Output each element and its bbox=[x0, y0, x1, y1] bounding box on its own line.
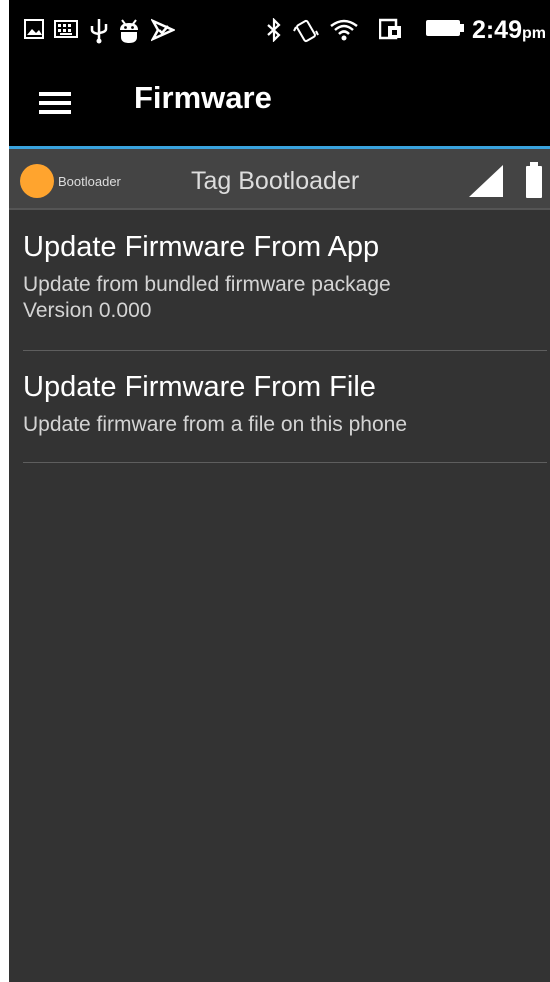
device-name: Tag Bootloader bbox=[191, 167, 360, 195]
battery-icon bbox=[525, 162, 543, 203]
list-item-update-from-file[interactable]: Update Firmware From File Update firmwar… bbox=[23, 370, 547, 438]
divider bbox=[9, 208, 550, 210]
app-bar: Firmware bbox=[9, 62, 550, 146]
device-tag: Bootloader bbox=[58, 174, 121, 189]
list-item-title: Update Firmware From File bbox=[23, 371, 376, 403]
device-bar[interactable]: Bootloader Tag Bootloader bbox=[9, 149, 550, 209]
keyboard-icon bbox=[54, 18, 78, 40]
signal-icon bbox=[469, 165, 503, 202]
check-shield-icon bbox=[151, 18, 175, 42]
image-icon bbox=[23, 18, 45, 40]
battery-status-icon bbox=[425, 18, 465, 38]
list-item-title: Update Firmware From App bbox=[23, 231, 380, 263]
bluetooth-icon bbox=[265, 18, 283, 42]
list-separator bbox=[23, 350, 547, 351]
list-item-subtitle: Update firmware from a file on this phon… bbox=[23, 413, 408, 436]
list-item-subtitle: Update from bundled firmware package Ver… bbox=[23, 273, 391, 322]
clock: 2:49pm bbox=[471, 16, 546, 44]
android-debug-icon bbox=[117, 18, 141, 44]
menu-icon[interactable] bbox=[37, 84, 77, 124]
page-title: Firmware bbox=[134, 80, 272, 115]
list-separator bbox=[23, 462, 547, 463]
usb-icon bbox=[89, 18, 109, 44]
cast-icon bbox=[379, 18, 403, 40]
vibrate-icon bbox=[293, 18, 319, 44]
wifi-icon bbox=[329, 18, 359, 42]
device-status-dot bbox=[20, 164, 54, 198]
list-item-update-from-app[interactable]: Update Firmware From App Update from bun… bbox=[23, 230, 547, 324]
screen: 2:49pm Firmware Bootloader Tag Bootloade… bbox=[9, 0, 550, 982]
status-bar: 2:49pm bbox=[9, 0, 550, 62]
